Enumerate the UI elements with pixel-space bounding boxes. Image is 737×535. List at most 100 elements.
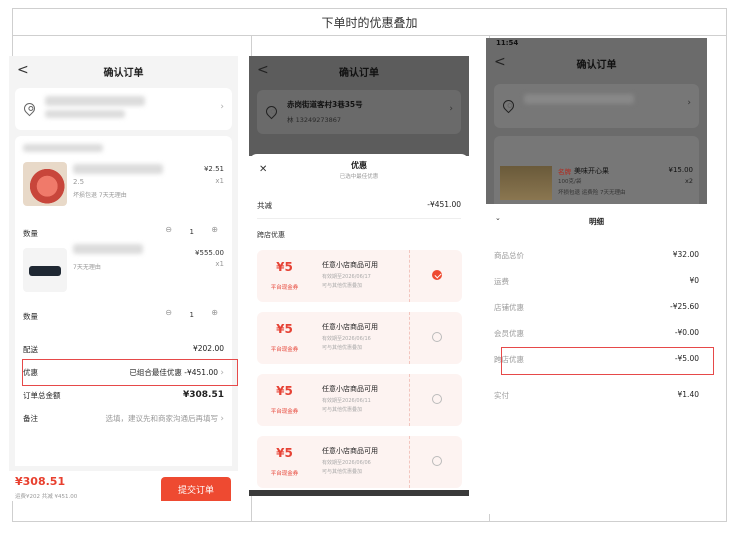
qty-value: 1 bbox=[189, 311, 194, 319]
item2-qty: x1 bbox=[215, 260, 224, 268]
detail-row: 会员优惠 -¥0.00 bbox=[494, 328, 699, 338]
plus-button[interactable]: ⊕ bbox=[211, 308, 218, 317]
total-discount-row: 共减 -¥451.00 bbox=[249, 200, 469, 211]
bottom-bar: ¥308.51 运费¥202 共减 ¥451.00 提交订单 bbox=[9, 471, 238, 501]
detail-row-paid: 实付 ¥1.40 bbox=[494, 390, 699, 400]
product-tag: 名牌 bbox=[558, 168, 571, 176]
coupon-amount: ¥5 平台现金券 bbox=[270, 260, 299, 291]
coupon-radio[interactable] bbox=[432, 456, 442, 466]
detail-row: 店铺优惠 -¥25.60 bbox=[494, 302, 699, 312]
header-title: 确认订单 bbox=[339, 67, 379, 79]
item1-tags: 坏损包退 7天无理由 bbox=[73, 192, 127, 199]
detail-row: 运费 ¥0 bbox=[494, 276, 699, 286]
back-button[interactable]: < bbox=[17, 62, 29, 78]
product-image-sofa bbox=[23, 248, 67, 292]
product-image-pistachio bbox=[500, 166, 552, 200]
coupon-validity: 有效期至2026/06/06 bbox=[322, 460, 371, 466]
minus-button[interactable]: ⊖ bbox=[165, 225, 172, 234]
highlight-box bbox=[22, 359, 238, 386]
address-blurred bbox=[45, 110, 125, 118]
product-name-blurred bbox=[73, 164, 163, 174]
product-qty: x2 bbox=[685, 177, 693, 185]
item1-price: ¥2.51 bbox=[203, 165, 224, 173]
address-card: › bbox=[494, 84, 699, 128]
address-text: 赤岗街道客村3巷35号 bbox=[287, 100, 363, 109]
detail-row: 商品总价 ¥32.00 bbox=[494, 250, 699, 260]
shipping-label: 配送 bbox=[23, 345, 38, 354]
product-spec: 100克/袋 bbox=[558, 179, 582, 185]
coupon-amount: ¥5 平台现金券 bbox=[270, 446, 299, 477]
bottom-bar bbox=[249, 490, 469, 496]
product-image-grapefruit bbox=[23, 162, 67, 206]
store-name-blurred bbox=[23, 144, 103, 152]
chevron-right-icon: › bbox=[220, 102, 224, 112]
coupon-radio[interactable] bbox=[432, 332, 442, 342]
sheet-subtitle: 已选中最佳优惠 bbox=[339, 174, 379, 180]
header: < 确认订单 bbox=[249, 56, 469, 86]
item1-spec: 2.5 bbox=[73, 178, 85, 186]
product-card: 名牌 美味开心果 ¥15.00 100克/袋 x2 坏损包退 运费险 7天无理由 bbox=[494, 136, 699, 204]
product-price: ¥15.00 bbox=[668, 166, 694, 174]
coupon-title: 任意小店商品可用 bbox=[322, 447, 378, 455]
qty-value[interactable]: 1 bbox=[190, 228, 194, 236]
note-label: 备注 bbox=[23, 414, 38, 423]
item2-tags: 7天无理由 bbox=[73, 264, 101, 271]
location-icon bbox=[263, 103, 280, 120]
order-card: ¥2.51 x1 2.5 坏损包退 7天无理由 数量 ⊖ 1 ⊕ ¥555.00… bbox=[15, 136, 232, 466]
coupon-divider bbox=[409, 250, 410, 302]
coupon-card[interactable]: ¥5 平台现金券 任意小店商品可用 有效期至2026/06/06 可与其他优惠叠加 bbox=[257, 436, 462, 488]
plus-button[interactable]: ⊕ bbox=[211, 225, 218, 234]
note-placeholder: 选填，建议先和商家沟通后再填写 bbox=[105, 414, 219, 423]
dimmed-background: < 确认订单 赤岗街道客村3巷35号 林 13249273867 › bbox=[249, 56, 469, 156]
address-card[interactable]: › bbox=[15, 88, 232, 130]
qty-label: 数量 bbox=[23, 229, 38, 238]
header: < 确认订单 bbox=[486, 48, 707, 78]
coupon-checkbox-checked[interactable] bbox=[432, 270, 442, 280]
note-row[interactable]: 备注 选填，建议先和商家沟通后再填写 › bbox=[15, 413, 232, 424]
coupon-card[interactable]: ¥5 平台现金券 任意小店商品可用 有效期至2026/06/16 可与其他优惠叠加 bbox=[257, 312, 462, 364]
coupon-validity: 有效期至2026/06/17 bbox=[322, 274, 371, 280]
coupon-divider bbox=[409, 374, 410, 426]
item2-price: ¥555.00 bbox=[195, 249, 224, 257]
discount-sheet-screen: < 确认订单 赤岗街道客村3巷35号 林 13249273867 › ✕ 优惠 … bbox=[249, 56, 469, 496]
item1-qty: x1 bbox=[215, 177, 224, 185]
coupon-radio[interactable] bbox=[432, 394, 442, 404]
chevron-right-icon: › bbox=[220, 414, 224, 424]
coupon-divider bbox=[409, 312, 410, 364]
header-title: 确认订单 bbox=[103, 67, 144, 79]
discount-sheet: ✕ 优惠 已选中最佳优惠 共减 -¥451.00 跨店优惠 ¥5 平台现金券 任意… bbox=[249, 154, 469, 496]
confirm-order-screen: < 确认订单 › ¥2.51 x1 2.5 坏损包退 7天无理由 数量 ⊖ 1 … bbox=[9, 56, 238, 501]
coupon-title: 任意小店商品可用 bbox=[322, 323, 378, 331]
coupon-amount: ¥5 平台现金券 bbox=[270, 322, 299, 353]
header-title: 确认订单 bbox=[576, 59, 617, 71]
location-icon bbox=[500, 97, 517, 114]
total-value: ¥308.51 bbox=[183, 390, 224, 400]
section-label: 跨店优惠 bbox=[257, 231, 285, 239]
divider bbox=[257, 218, 461, 219]
page-title: 下单时的优惠叠加 bbox=[13, 9, 726, 36]
sheet-title: 优惠 bbox=[351, 161, 367, 170]
coupon-note: 可与其他优惠叠加 bbox=[322, 345, 363, 351]
sheet-title: 明细 bbox=[589, 217, 604, 226]
status-time: 11:54 bbox=[496, 39, 519, 47]
bottom-total: ¥308.51 bbox=[15, 475, 66, 488]
shipping-value: ¥202.00 bbox=[192, 344, 224, 353]
chevron-right-icon: › bbox=[687, 98, 691, 108]
minus-button[interactable]: ⊖ bbox=[165, 308, 172, 317]
total-discount-value: -¥451.00 bbox=[427, 200, 461, 209]
back-button[interactable]: < bbox=[257, 62, 269, 78]
bottom-subtext: 运费¥202 共减 ¥451.00 bbox=[15, 494, 78, 500]
product-name-blurred bbox=[73, 244, 143, 254]
coupon-card[interactable]: ¥5 平台现金券 任意小店商品可用 有效期至2026/06/11 可与其他优惠叠加 bbox=[257, 374, 462, 426]
coupon-note: 可与其他优惠叠加 bbox=[322, 469, 363, 475]
shipping-row: 配送 ¥202.00 bbox=[15, 344, 232, 355]
submit-order-button[interactable]: 提交订单 bbox=[161, 477, 231, 501]
coupon-note: 可与其他优惠叠加 bbox=[322, 407, 363, 413]
coupon-title: 任意小店商品可用 bbox=[322, 261, 378, 269]
address-blurred bbox=[524, 94, 634, 104]
back-button[interactable]: < bbox=[494, 54, 506, 70]
coupon-divider bbox=[409, 436, 410, 488]
total-discount-label: 共减 bbox=[257, 201, 272, 210]
dimmed-background: 11:54 < 确认订单 › 名牌 美味开心果 ¥15.00 100克/袋 x2… bbox=[486, 38, 707, 204]
coupon-card[interactable]: ¥5 平台现金券 任意小店商品可用 有效期至2026/06/17 可与其他优惠叠加 bbox=[257, 250, 462, 302]
